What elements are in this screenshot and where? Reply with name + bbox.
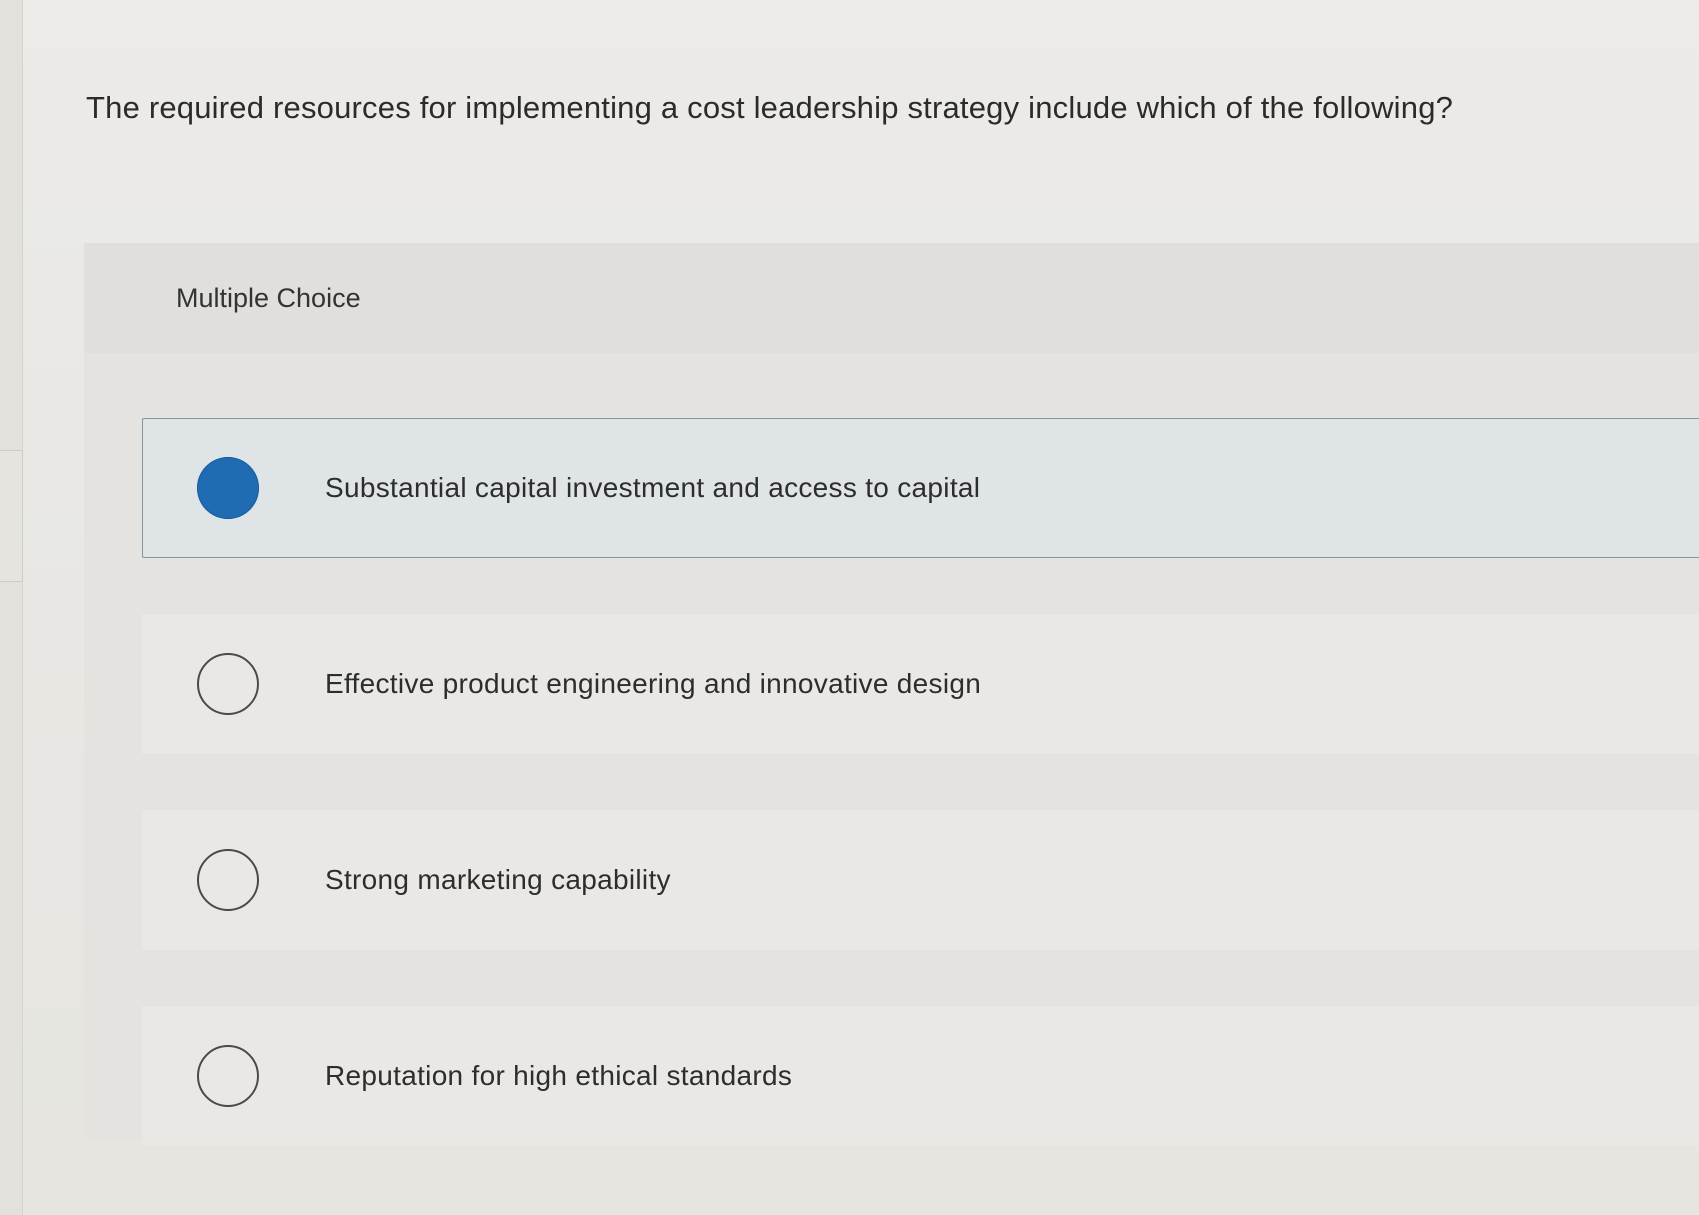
option-1[interactable]: Substantial capital investment and acces… (142, 418, 1699, 558)
panel-header: Multiple Choice (84, 243, 1699, 353)
window-left-edge (0, 0, 23, 1215)
option-3[interactable]: Strong marketing capability (142, 810, 1699, 950)
multiple-choice-label: Multiple Choice (176, 283, 361, 313)
quiz-screen: The required resources for implementing … (0, 0, 1699, 1215)
option-4[interactable]: Reputation for high ethical standards (142, 1006, 1699, 1146)
option-label: Effective product engineering and innova… (325, 668, 982, 699)
option-2[interactable]: Effective product engineering and innova… (142, 614, 1699, 754)
option-label: Strong marketing capability (325, 864, 671, 895)
option-label: Substantial capital investment and acces… (325, 472, 981, 503)
radio-selected-icon[interactable] (197, 457, 259, 519)
radio-unselected-icon[interactable] (197, 849, 259, 911)
radio-unselected-icon[interactable] (197, 1045, 259, 1107)
side-tab[interactable] (0, 450, 23, 582)
option-label: Reputation for high ethical standards (325, 1060, 793, 1091)
question-text: The required resources for implementing … (86, 90, 1454, 125)
radio-unselected-icon[interactable] (197, 653, 259, 715)
options-list: Substantial capital investment and acces… (142, 418, 1699, 1202)
